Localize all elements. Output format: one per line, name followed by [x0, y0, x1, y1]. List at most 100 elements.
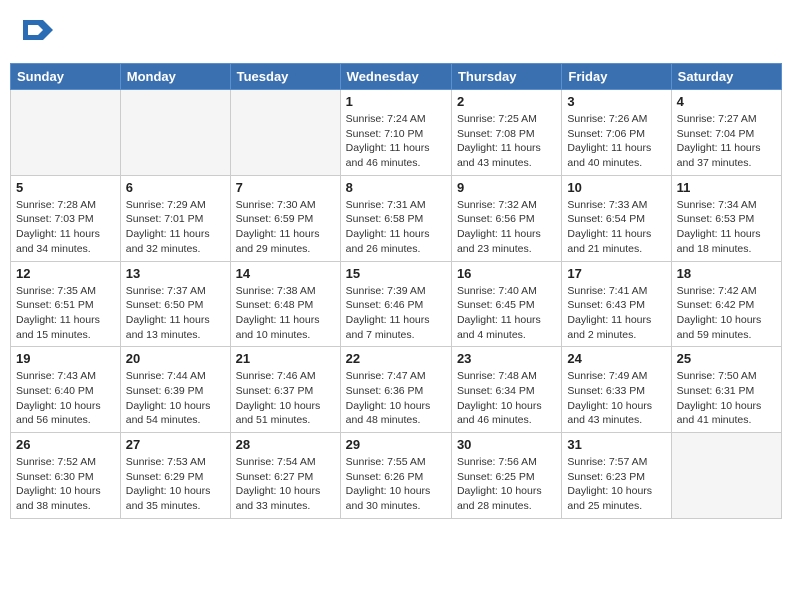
calendar-table: SundayMondayTuesdayWednesdayThursdayFrid… [10, 63, 782, 519]
day-info: Sunrise: 7:44 AM Sunset: 6:39 PM Dayligh… [126, 369, 225, 428]
day-info: Sunrise: 7:42 AM Sunset: 6:42 PM Dayligh… [677, 284, 776, 343]
calendar-cell: 27 Sunrise: 7:53 AM Sunset: 6:29 PM Dayli… [120, 433, 230, 519]
day-info: Sunrise: 7:37 AM Sunset: 6:50 PM Dayligh… [126, 284, 225, 343]
weekday-header-tuesday: Tuesday [230, 64, 340, 90]
calendar-cell: 17 Sunrise: 7:41 AM Sunset: 6:43 PM Dayli… [562, 261, 671, 347]
day-info: Sunrise: 7:54 AM Sunset: 6:27 PM Dayligh… [236, 455, 335, 514]
day-number: 22 [346, 351, 446, 366]
calendar-cell: 13 Sunrise: 7:37 AM Sunset: 6:50 PM Dayli… [120, 261, 230, 347]
day-info: Sunrise: 7:38 AM Sunset: 6:48 PM Dayligh… [236, 284, 335, 343]
weekday-header-friday: Friday [562, 64, 671, 90]
day-info: Sunrise: 7:50 AM Sunset: 6:31 PM Dayligh… [677, 369, 776, 428]
day-info: Sunrise: 7:40 AM Sunset: 6:45 PM Dayligh… [457, 284, 556, 343]
calendar-cell: 16Sunrise: 7:40 AM Sunset: 6:45 PM Dayli… [451, 261, 561, 347]
day-info: Sunrise: 7:31 AM Sunset: 6:58 PM Dayligh… [346, 198, 446, 257]
day-info: Sunrise: 7:30 AM Sunset: 6:59 PM Dayligh… [236, 198, 335, 257]
day-number: 2 [457, 94, 556, 109]
calendar-cell: 8 Sunrise: 7:31 AM Sunset: 6:58 PM Daylig… [340, 175, 451, 261]
calendar-cell: 2 Sunrise: 7:25 AM Sunset: 7:08 PM Daylig… [451, 90, 561, 176]
day-number: 11 [677, 180, 776, 195]
day-number: 15 [346, 266, 446, 281]
calendar-cell [11, 90, 121, 176]
logo-icon [23, 15, 53, 45]
calendar-cell: 4Sunrise: 7:27 AM Sunset: 7:04 PM Daylig… [671, 90, 781, 176]
calendar-cell: 10Sunrise: 7:33 AM Sunset: 6:54 PM Dayli… [562, 175, 671, 261]
day-info: Sunrise: 7:47 AM Sunset: 6:36 PM Dayligh… [346, 369, 446, 428]
calendar-cell: 21 Sunrise: 7:46 AM Sunset: 6:37 PM Dayli… [230, 347, 340, 433]
day-info: Sunrise: 7:26 AM Sunset: 7:06 PM Dayligh… [567, 112, 665, 171]
day-number: 21 [236, 351, 335, 366]
day-info: Sunrise: 7:28 AM Sunset: 7:03 PM Dayligh… [16, 198, 115, 257]
calendar-cell: 11 Sunrise: 7:34 AM Sunset: 6:53 PM Dayli… [671, 175, 781, 261]
day-number: 7 [236, 180, 335, 195]
calendar-cell: 14 Sunrise: 7:38 AM Sunset: 6:48 PM Dayli… [230, 261, 340, 347]
calendar-week-row: 5 Sunrise: 7:28 AM Sunset: 7:03 PM Daylig… [11, 175, 782, 261]
day-number: 24 [567, 351, 665, 366]
day-number: 8 [346, 180, 446, 195]
day-number: 23 [457, 351, 556, 366]
calendar-week-row: 12 Sunrise: 7:35 AM Sunset: 6:51 PM Dayli… [11, 261, 782, 347]
calendar-cell: 20 Sunrise: 7:44 AM Sunset: 6:39 PM Dayli… [120, 347, 230, 433]
day-info: Sunrise: 7:33 AM Sunset: 6:54 PM Dayligh… [567, 198, 665, 257]
day-info: Sunrise: 7:56 AM Sunset: 6:25 PM Dayligh… [457, 455, 556, 514]
day-number: 9 [457, 180, 556, 195]
day-info: Sunrise: 7:29 AM Sunset: 7:01 PM Dayligh… [126, 198, 225, 257]
day-info: Sunrise: 7:35 AM Sunset: 6:51 PM Dayligh… [16, 284, 115, 343]
weekday-header-row: SundayMondayTuesdayWednesdayThursdayFrid… [11, 64, 782, 90]
day-info: Sunrise: 7:53 AM Sunset: 6:29 PM Dayligh… [126, 455, 225, 514]
calendar-cell: 22 Sunrise: 7:47 AM Sunset: 6:36 PM Dayli… [340, 347, 451, 433]
day-number: 26 [16, 437, 115, 452]
calendar-cell: 3Sunrise: 7:26 AM Sunset: 7:06 PM Daylig… [562, 90, 671, 176]
calendar-cell: 1 Sunrise: 7:24 AM Sunset: 7:10 PM Daylig… [340, 90, 451, 176]
logo [20, 15, 53, 50]
calendar-cell: 19 Sunrise: 7:43 AM Sunset: 6:40 PM Dayli… [11, 347, 121, 433]
day-number: 18 [677, 266, 776, 281]
calendar-cell [230, 90, 340, 176]
day-number: 12 [16, 266, 115, 281]
calendar-week-row: 26Sunrise: 7:52 AM Sunset: 6:30 PM Dayli… [11, 433, 782, 519]
day-number: 1 [346, 94, 446, 109]
day-info: Sunrise: 7:25 AM Sunset: 7:08 PM Dayligh… [457, 112, 556, 171]
day-info: Sunrise: 7:41 AM Sunset: 6:43 PM Dayligh… [567, 284, 665, 343]
calendar-cell: 29 Sunrise: 7:55 AM Sunset: 6:26 PM Dayli… [340, 433, 451, 519]
calendar-cell: 15Sunrise: 7:39 AM Sunset: 6:46 PM Dayli… [340, 261, 451, 347]
calendar-cell: 25Sunrise: 7:50 AM Sunset: 6:31 PM Dayli… [671, 347, 781, 433]
day-number: 29 [346, 437, 446, 452]
day-number: 20 [126, 351, 225, 366]
calendar-cell: 6 Sunrise: 7:29 AM Sunset: 7:01 PM Daylig… [120, 175, 230, 261]
calendar-cell: 31 Sunrise: 7:57 AM Sunset: 6:23 PM Dayli… [562, 433, 671, 519]
day-number: 14 [236, 266, 335, 281]
day-info: Sunrise: 7:32 AM Sunset: 6:56 PM Dayligh… [457, 198, 556, 257]
day-number: 13 [126, 266, 225, 281]
calendar-cell: 5 Sunrise: 7:28 AM Sunset: 7:03 PM Daylig… [11, 175, 121, 261]
day-info: Sunrise: 7:48 AM Sunset: 6:34 PM Dayligh… [457, 369, 556, 428]
weekday-header-thursday: Thursday [451, 64, 561, 90]
calendar-cell: 30 Sunrise: 7:56 AM Sunset: 6:25 PM Dayli… [451, 433, 561, 519]
day-number: 31 [567, 437, 665, 452]
calendar-cell [671, 433, 781, 519]
calendar-cell: 7 Sunrise: 7:30 AM Sunset: 6:59 PM Daylig… [230, 175, 340, 261]
day-info: Sunrise: 7:34 AM Sunset: 6:53 PM Dayligh… [677, 198, 776, 257]
calendar-cell: 28Sunrise: 7:54 AM Sunset: 6:27 PM Dayli… [230, 433, 340, 519]
day-number: 4 [677, 94, 776, 109]
calendar-cell: 12 Sunrise: 7:35 AM Sunset: 6:51 PM Dayli… [11, 261, 121, 347]
day-number: 5 [16, 180, 115, 195]
calendar-week-row: 19 Sunrise: 7:43 AM Sunset: 6:40 PM Dayli… [11, 347, 782, 433]
day-number: 27 [126, 437, 225, 452]
calendar-cell: 18 Sunrise: 7:42 AM Sunset: 6:42 PM Dayli… [671, 261, 781, 347]
day-number: 17 [567, 266, 665, 281]
calendar-cell: 26Sunrise: 7:52 AM Sunset: 6:30 PM Dayli… [11, 433, 121, 519]
day-info: Sunrise: 7:57 AM Sunset: 6:23 PM Dayligh… [567, 455, 665, 514]
day-info: Sunrise: 7:46 AM Sunset: 6:37 PM Dayligh… [236, 369, 335, 428]
weekday-header-wednesday: Wednesday [340, 64, 451, 90]
calendar-cell: 23 Sunrise: 7:48 AM Sunset: 6:34 PM Dayli… [451, 347, 561, 433]
weekday-header-saturday: Saturday [671, 64, 781, 90]
weekday-header-monday: Monday [120, 64, 230, 90]
day-info: Sunrise: 7:43 AM Sunset: 6:40 PM Dayligh… [16, 369, 115, 428]
day-number: 30 [457, 437, 556, 452]
day-info: Sunrise: 7:55 AM Sunset: 6:26 PM Dayligh… [346, 455, 446, 514]
day-number: 19 [16, 351, 115, 366]
page-header [10, 10, 782, 55]
day-number: 6 [126, 180, 225, 195]
day-info: Sunrise: 7:24 AM Sunset: 7:10 PM Dayligh… [346, 112, 446, 171]
